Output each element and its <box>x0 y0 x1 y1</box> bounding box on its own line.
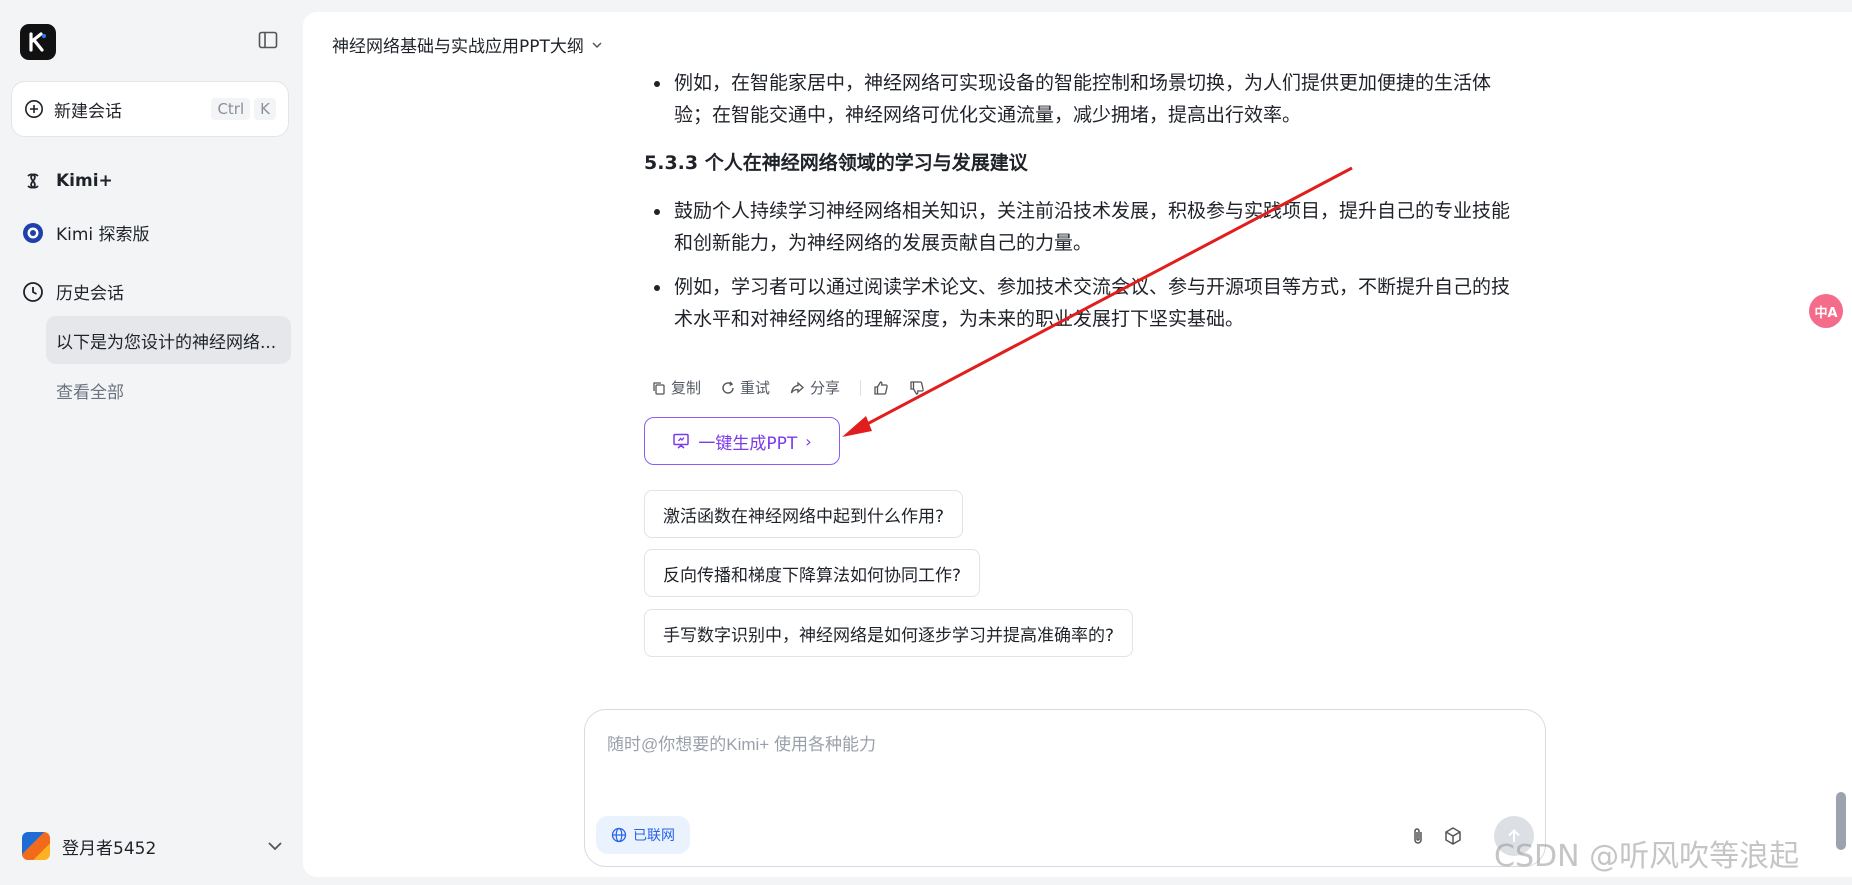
user-name: 登月者5452 <box>62 838 157 859</box>
avatar <box>22 832 50 860</box>
retry-label: 重试 <box>740 379 771 397</box>
network-toggle[interactable]: 已联网 <box>596 816 690 854</box>
new-chat-icon <box>25 100 43 118</box>
sidebar-item-kimi-explore[interactable]: Kimi 探索版 <box>22 220 150 245</box>
dislike-button[interactable] <box>909 380 925 396</box>
kimi-plus-icon <box>27 173 39 189</box>
translate-icon[interactable]: 中A <box>1809 294 1843 328</box>
sidebar-toggle-icon[interactable] <box>256 28 280 52</box>
watermark: CSDN @听风吹等浪起 <box>1494 839 1800 874</box>
assistant-message: 例如，在智能家居中，神经网络可实现设备的智能控制和场景切换，为人们提供更加便捷的… <box>644 67 1524 335</box>
share-button[interactable]: 分享 <box>790 377 840 398</box>
generate-ppt-label: 一键生成PPT <box>698 433 798 454</box>
sidebar-item-label: Kimi+ <box>56 171 113 191</box>
message-bullet: 例如，在智能家居中，神经网络可实现设备的智能控制和场景切换，为人们提供更加便捷的… <box>644 67 1524 131</box>
sidebar-item-label: Kimi 探索版 <box>56 225 150 245</box>
copy-label: 复制 <box>671 379 702 397</box>
new-chat-label: 新建会话 <box>54 101 122 122</box>
attach-icon[interactable] <box>1406 824 1430 848</box>
copy-icon <box>653 381 665 395</box>
chat-input[interactable] <box>605 728 1509 802</box>
message-actions: 复制 重试 分享 <box>652 377 945 398</box>
chevron-right-icon: › <box>805 431 812 451</box>
message-bullet: 鼓励个人持续学习神经网络相关知识，关注前沿技术发展，积极参与实践项目，提升自己的… <box>644 195 1524 259</box>
suggestion-chip[interactable]: 激活函数在神经网络中起到什么作用? <box>644 490 964 538</box>
kimi-logo[interactable] <box>20 24 56 60</box>
globe-icon <box>611 827 627 843</box>
history-item[interactable]: 以下是为您设计的神经网络... <box>46 316 291 364</box>
clock-icon <box>23 281 43 302</box>
new-chat-button[interactable]: 新建会话 Ctrl K <box>11 81 289 137</box>
thumbs-up-icon <box>874 380 888 395</box>
share-icon <box>790 381 805 393</box>
network-label: 已联网 <box>633 828 675 844</box>
retry-button[interactable]: 重试 <box>721 377 770 398</box>
suggestion-chip[interactable]: 手写数字识别中，神经网络是如何逐步学习并提高准确率的? <box>644 609 1134 657</box>
message-bullet: 例如，学习者可以通过阅读学术论文、参加技术交流会议、参与开源项目等方式，不断提升… <box>644 271 1524 335</box>
sidebar-item-kimi-plus[interactable]: Kimi+ <box>22 170 113 192</box>
generate-ppt-button[interactable]: 一键生成PPT › <box>644 417 840 465</box>
section-heading: 5.3.3 个人在神经网络领域的学习与发展建议 <box>644 152 1028 174</box>
chat-panel: 神经网络基础与实战应用PPT大纲 例如，在智能家居中，神经网络可实现设备的智能控… <box>303 12 1852 877</box>
kimi-k-icon <box>29 32 46 52</box>
scrollbar[interactable] <box>1836 792 1846 850</box>
cube-icon[interactable] <box>1441 824 1465 848</box>
chat-title: 神经网络基础与实战应用PPT大纲 <box>332 37 584 57</box>
shortcut-k: K <box>254 98 276 120</box>
chevron-down-icon <box>592 41 602 48</box>
sidebar: 新建会话 Ctrl K Kimi+ Kimi 探索版 历史会话 以下是为您设计的… <box>0 0 303 885</box>
divider <box>860 379 862 396</box>
chat-input-box: 已联网 <box>584 709 1546 867</box>
chat-title-dropdown[interactable]: 神经网络基础与实战应用PPT大纲 <box>332 32 604 57</box>
like-button[interactable] <box>873 380 889 396</box>
shortcut-ctrl: Ctrl <box>211 98 251 120</box>
user-menu[interactable]: 登月者5452 <box>22 828 284 864</box>
chevron-down-icon <box>268 842 282 851</box>
copy-button[interactable]: 复制 <box>652 377 701 398</box>
explore-icon <box>23 222 43 243</box>
view-all-link[interactable]: 查看全部 <box>56 378 124 403</box>
share-label: 分享 <box>810 379 841 397</box>
sidebar-item-history[interactable]: 历史会话 <box>22 279 124 304</box>
presentation-icon <box>673 433 690 449</box>
refresh-icon <box>722 381 734 394</box>
thumbs-down-icon <box>910 380 924 395</box>
suggestion-chip[interactable]: 反向传播和梯度下降算法如何协同工作? <box>644 549 981 597</box>
sidebar-item-label: 历史会话 <box>56 284 124 304</box>
